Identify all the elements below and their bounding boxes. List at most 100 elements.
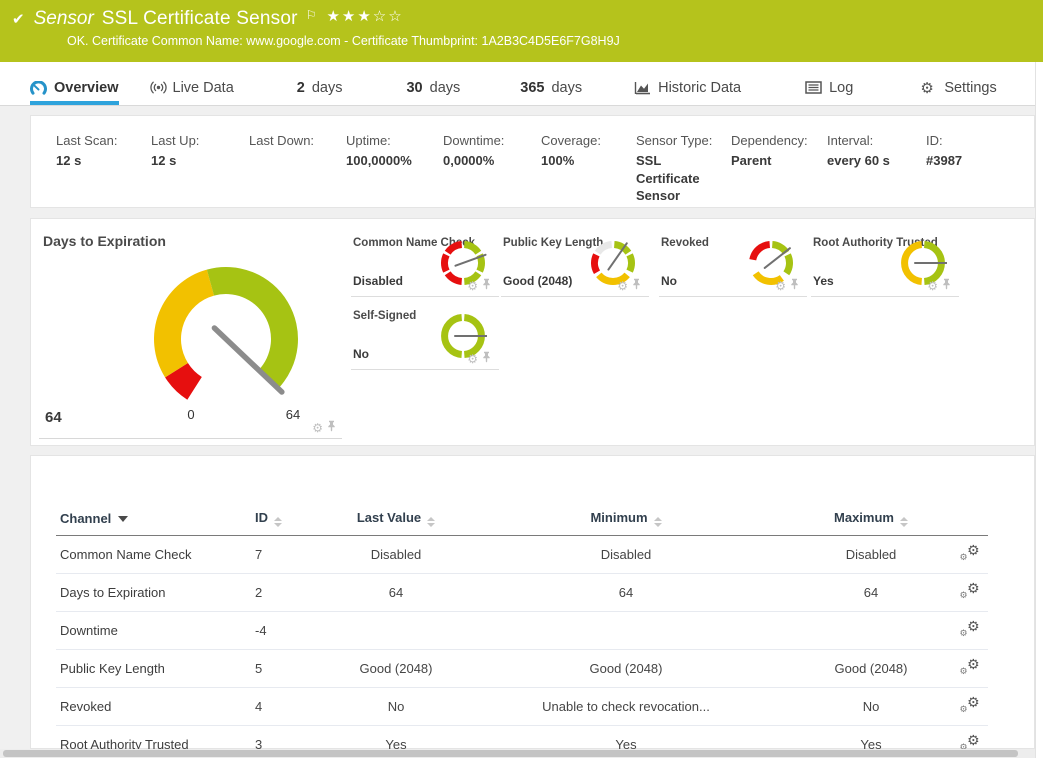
table-row: Common Name Check7DisabledDisabledDisabl…: [56, 536, 988, 574]
cell-id: 4: [251, 688, 331, 726]
gauge-pin-icon[interactable]: [482, 277, 491, 295]
cell-maximum: Good (2048): [791, 650, 951, 688]
gauge-pin-icon[interactable]: [482, 350, 491, 368]
channel-settings-icon[interactable]: ⚙⚙: [960, 696, 980, 714]
sensor-info-panel: Last Scan:12 sLast Up:12 sLast Down:Upti…: [30, 115, 1035, 208]
gauge-settings-gear-icon[interactable]: ⚙: [617, 281, 628, 291]
column-header-last-value[interactable]: Last Value: [331, 504, 461, 536]
info-value: #3987: [926, 152, 1018, 170]
gauges-panel: Days to Expiration 0 64 64 ⚙ Common Name…: [30, 218, 1035, 446]
status-message: OK. Certificate Common Name: www.google.…: [67, 34, 1043, 48]
cell-id: 2: [251, 574, 331, 612]
column-header-channel[interactable]: Channel: [56, 504, 251, 536]
log-icon: [805, 81, 822, 95]
column-header-id[interactable]: ID: [251, 504, 331, 536]
vertical-scrollbar-track[interactable]: [1035, 62, 1043, 758]
tab-number: 365: [520, 80, 544, 96]
gauge-pin-icon[interactable]: [790, 277, 799, 295]
tab-live-data[interactable]: Live Data: [149, 80, 234, 105]
column-label: ID: [255, 510, 268, 525]
cell-last-value: Disabled: [331, 536, 461, 574]
gauge-settings-gear-icon[interactable]: ⚙: [467, 354, 478, 364]
days-to-expiration-gauge: [131, 243, 331, 403]
cell-id: -4: [251, 612, 331, 650]
column-header-maximum[interactable]: Maximum: [791, 504, 951, 536]
gauge-settings-gear-icon[interactable]: ⚙: [467, 281, 478, 291]
column-header-minimum[interactable]: Minimum: [461, 504, 791, 536]
tab-label: days: [312, 80, 343, 96]
priority-stars[interactable]: ★★★☆☆: [326, 7, 403, 25]
tab-30-days[interactable]: 30days: [406, 80, 460, 105]
cell-channel: Revoked: [56, 688, 251, 726]
days-to-expiration-gauge-block: Days to Expiration 0 64 64 ⚙: [31, 219, 346, 447]
info-value: 0,0000%: [443, 152, 533, 170]
tab-2-days[interactable]: 2 days: [297, 80, 343, 105]
tab-log[interactable]: Log: [805, 80, 853, 105]
info-label: Last Scan:: [56, 133, 143, 148]
tab-label: days: [430, 80, 461, 96]
tab-number: 2: [297, 80, 305, 96]
info-value: 100,0000%: [346, 152, 435, 170]
horizontal-scrollbar-track[interactable]: [0, 749, 1035, 758]
tab-label: Live Data: [173, 80, 234, 96]
chart-icon: [634, 81, 651, 95]
channel-settings-icon[interactable]: ⚙⚙: [960, 658, 980, 676]
horizontal-scrollbar-thumb[interactable]: [3, 750, 1018, 757]
info-label: Coverage:: [541, 133, 628, 148]
info-label: Dependency:: [731, 133, 819, 148]
object-kind-label: Sensor: [34, 8, 94, 30]
sort-arrows-icon: [654, 517, 662, 527]
status-ok-check-icon: ✔: [12, 10, 25, 28]
broadcast-icon: [149, 81, 166, 95]
priority-flag-icon[interactable]: ⚐: [306, 8, 317, 22]
column-label: Channel: [60, 511, 111, 526]
tab-historic-data[interactable]: Historic Data: [634, 80, 741, 105]
column-label: Minimum: [590, 510, 647, 525]
info-value: every 60 s: [827, 152, 918, 170]
info-item-last-scan: Last Scan:12 s: [56, 133, 151, 207]
gauge-scale-max: 64: [279, 407, 307, 422]
sort-arrows-icon: [900, 517, 908, 527]
table-row: Downtime-4 ⚙⚙: [56, 612, 988, 650]
cell-channel: Downtime: [56, 612, 251, 650]
gauge-title: Revoked: [661, 237, 709, 249]
cell-last-value: Good (2048): [331, 650, 461, 688]
cell-id: 5: [251, 650, 331, 688]
gauge-settings-gear-icon[interactable]: ⚙: [312, 423, 323, 433]
tab-overview[interactable]: Overview: [30, 80, 119, 105]
info-label: Sensor Type:: [636, 133, 723, 148]
gauge-cell-self-signed: Self-SignedNo⚙: [351, 304, 499, 370]
cell-channel: Public Key Length: [56, 650, 251, 688]
page-title: SSL Certificate Sensor: [102, 8, 298, 30]
tab-365-days[interactable]: 365days: [520, 80, 582, 105]
gauge-cell-revoked: RevokedNo⚙: [659, 231, 807, 297]
channel-settings-icon[interactable]: ⚙⚙: [960, 582, 980, 600]
channels-table-header-row: Channel ID Last Value Minimum Maximum: [56, 504, 988, 536]
info-value: 12 s: [151, 152, 241, 170]
cell-maximum: No: [791, 688, 951, 726]
channel-settings-icon[interactable]: ⚙⚙: [960, 544, 980, 562]
gauge-icon: [30, 81, 47, 95]
table-row: Revoked4NoUnable to check revocation...N…: [56, 688, 988, 726]
sort-arrows-icon: [427, 517, 435, 527]
gauge-settings-gear-icon[interactable]: ⚙: [927, 281, 938, 291]
gauge-pin-icon[interactable]: [632, 277, 641, 295]
info-item-uptime: Uptime:100,0000%: [346, 133, 443, 207]
cell-minimum: Disabled: [461, 536, 791, 574]
cell-minimum: Unable to check revocation...: [461, 688, 791, 726]
gauge-current-value: 64: [45, 409, 62, 426]
gauge-cell-common-name-check: Common Name CheckDisabled⚙: [351, 231, 499, 297]
tab-label: Settings: [944, 80, 996, 96]
cell-minimum: 64: [461, 574, 791, 612]
cell-channel: Days to Expiration: [56, 574, 251, 612]
info-item-dependency: Dependency:Parent: [731, 133, 827, 207]
channel-settings-icon[interactable]: ⚙⚙: [960, 620, 980, 638]
tab-settings[interactable]: ⚙Settings: [920, 80, 996, 105]
sensor-status-header: ✔ Sensor SSL Certificate Sensor ⚐ ★★★☆☆ …: [0, 0, 1043, 62]
gauge-value: Good (2048): [503, 274, 572, 288]
gauge-cell-root-authority-trusted: Root Authority TrustedYes⚙: [811, 231, 959, 297]
cell-minimum: [461, 612, 791, 650]
gauge-settings-gear-icon[interactable]: ⚙: [775, 281, 786, 291]
gauge-pin-icon[interactable]: [327, 419, 336, 437]
gauge-pin-icon[interactable]: [942, 277, 951, 295]
